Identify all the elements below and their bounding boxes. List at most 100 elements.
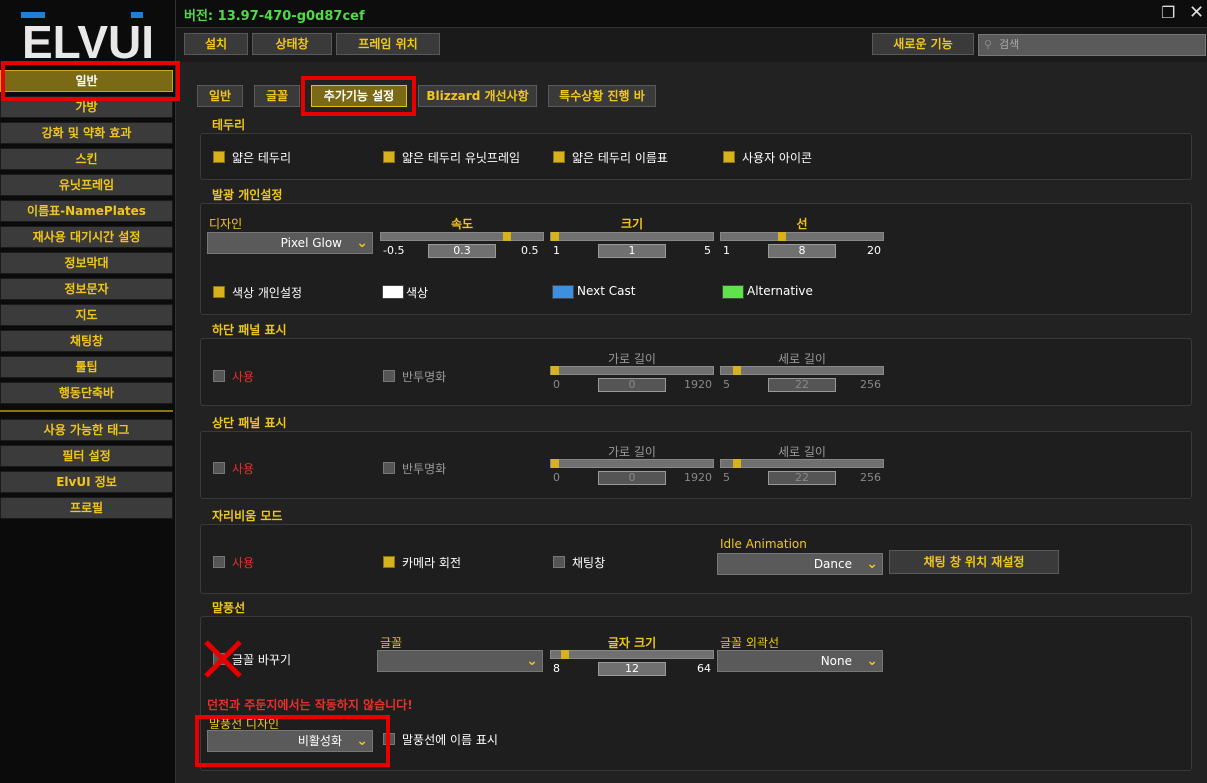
top-width-value[interactable]: 0 <box>598 471 666 485</box>
thin-border-nameplate-checkbox[interactable] <box>553 151 565 163</box>
custom-icon-checkbox[interactable] <box>723 151 735 163</box>
bottom-height-max: 256 <box>860 378 881 391</box>
font-size-value[interactable]: 12 <box>598 662 666 676</box>
slider-thumb[interactable] <box>733 366 741 375</box>
alternative-swatch[interactable] <box>722 285 744 299</box>
camera-spin-checkbox[interactable] <box>383 556 395 568</box>
speed-min: -0.5 <box>383 244 405 257</box>
sidebar-item-3[interactable]: 스킨 <box>0 148 173 170</box>
sidebar-separator <box>0 410 173 412</box>
install-button[interactable]: 설치 <box>184 33 248 55</box>
bottom-panel-transparent-checkbox[interactable] <box>383 370 395 382</box>
custom-icon-label: 사용자 아이콘 <box>742 151 813 165</box>
sidebar-lower-item-3[interactable]: 프로필 <box>0 497 173 519</box>
top-panel-enable-checkbox[interactable] <box>213 462 225 474</box>
sidebar-lower-item-1[interactable]: 필터 설정 <box>0 445 173 467</box>
sidebar-item-7[interactable]: 정보막대 <box>0 252 173 274</box>
bottom-height-title: 세로 길이 <box>778 352 826 366</box>
top-width-slider[interactable] <box>550 459 714 468</box>
thin-border-unitframe-checkbox[interactable] <box>383 151 395 163</box>
slider-thumb[interactable] <box>733 459 741 468</box>
slider-thumb[interactable] <box>551 459 559 468</box>
sidebar-item-11[interactable]: 툴팁 <box>0 356 173 378</box>
version-label: 버전: 13.97-470-g0d87cef <box>184 9 365 24</box>
tab-blizzard-improvements[interactable]: Blizzard 개선사항 <box>418 85 537 107</box>
frame-position-button[interactable]: 프레임 위치 <box>336 33 440 55</box>
afk-title: 자리비움 모드 <box>212 509 283 523</box>
sidebar-item-10[interactable]: 채팅창 <box>0 330 173 352</box>
sidebar-item-12[interactable]: 행동단축바 <box>0 382 173 404</box>
bottom-width-min: 0 <box>553 378 560 391</box>
glow-design-dropdown[interactable]: Pixel Glow ⌄ <box>207 232 373 254</box>
tab-special-progress-bar[interactable]: 특수상황 진행 바 <box>548 85 656 107</box>
sidebar-item-8[interactable]: 정보문자 <box>0 278 173 300</box>
search-input[interactable]: ⚲ 검색 <box>978 34 1206 56</box>
font-size-slider[interactable] <box>550 650 714 659</box>
reset-chat-position-button[interactable]: 채팅 창 위치 재설정 <box>889 550 1059 574</box>
next-cast-label: Next Cast <box>577 284 636 298</box>
sidebar-lower-item-2[interactable]: ElvUI 정보 <box>0 471 173 493</box>
speed-value[interactable]: 0.3 <box>428 244 496 258</box>
top-panel-transparent-checkbox[interactable] <box>383 462 395 474</box>
slider-thumb[interactable] <box>503 232 511 241</box>
top-panel-title: 상단 패널 표시 <box>212 416 287 430</box>
sidebar-item-4[interactable]: 유닛프레임 <box>0 174 173 196</box>
unitframe-status-button[interactable]: 상태창 <box>252 33 332 55</box>
line-value[interactable]: 8 <box>768 244 836 258</box>
chevron-down-icon: ⌄ <box>356 235 368 251</box>
thin-border-checkbox[interactable] <box>213 151 225 163</box>
afk-chat-label: 채팅창 <box>572 556 606 570</box>
dungeon-warning: 던전과 주둔지에서는 작동하지 않습니다! <box>207 698 413 712</box>
new-features-button[interactable]: 새로운 기능 <box>872 33 974 55</box>
idle-animation-dropdown[interactable]: Dance ⌄ <box>717 553 883 575</box>
tab-fonts[interactable]: 글꼴 <box>254 85 300 107</box>
chevron-down-icon: ⌄ <box>866 653 878 669</box>
top-height-slider[interactable] <box>720 459 884 468</box>
bottom-panel-enable-checkbox[interactable] <box>213 370 225 382</box>
logo-text: ELVUI <box>22 16 154 64</box>
sidebar-item-0[interactable]: 일반 <box>0 70 173 92</box>
size-slider[interactable] <box>550 232 714 241</box>
custom-color-label: 색상 개인설정 <box>232 286 303 300</box>
bottom-height-value[interactable]: 22 <box>768 378 836 392</box>
close-icon[interactable]: ✕ <box>1189 2 1204 23</box>
line-title: 선 <box>796 217 808 231</box>
thin-border-unitframe-label: 얇은 테두리 유닛프레임 <box>402 151 521 165</box>
slider-thumb[interactable] <box>551 232 559 241</box>
tab-addons-settings[interactable]: 추가기능 설정 <box>311 85 407 107</box>
custom-color-checkbox[interactable] <box>213 286 225 298</box>
bubble-design-dropdown[interactable]: 비활성화 ⌄ <box>207 730 373 752</box>
bottom-width-max: 1920 <box>684 378 712 391</box>
bubble-font-dropdown[interactable]: ⌄ <box>377 650 543 672</box>
color-swatch[interactable] <box>382 285 404 299</box>
sidebar-item-1[interactable]: 가방 <box>0 96 173 118</box>
line-min: 1 <box>723 244 730 257</box>
sidebar-lower-item-0[interactable]: 사용 가능한 태그 <box>0 419 173 441</box>
sidebar-item-2[interactable]: 강화 및 약화 효과 <box>0 122 173 144</box>
line-slider[interactable] <box>720 232 884 241</box>
color-label: 색상 <box>406 286 429 300</box>
top-height-value[interactable]: 22 <box>768 471 836 485</box>
font-outline-dropdown[interactable]: None ⌄ <box>717 650 883 672</box>
afk-chat-checkbox[interactable] <box>553 556 565 568</box>
sidebar-item-6[interactable]: 재사용 대기시간 설정 <box>0 226 173 248</box>
bottom-width-title: 가로 길이 <box>608 352 656 366</box>
slider-thumb[interactable] <box>778 232 786 241</box>
slider-thumb[interactable] <box>561 650 569 659</box>
speed-slider[interactable] <box>380 232 544 241</box>
size-value[interactable]: 1 <box>598 244 666 258</box>
afk-enable-checkbox[interactable] <box>213 556 225 568</box>
borders-panel <box>200 133 1192 180</box>
bottom-width-value[interactable]: 0 <box>598 378 666 392</box>
show-name-checkbox[interactable] <box>383 733 395 745</box>
slider-thumb[interactable] <box>551 366 559 375</box>
replace-font-label: 글꼴 바꾸기 <box>232 653 292 667</box>
bottom-height-slider[interactable] <box>720 366 884 375</box>
sidebar-item-5[interactable]: 이름표-NamePlates <box>0 200 173 222</box>
next-cast-swatch[interactable] <box>552 285 574 299</box>
sidebar-item-9[interactable]: 지도 <box>0 304 173 326</box>
speed-max: 0.5 <box>521 244 539 257</box>
restore-window-icon[interactable]: ❐ <box>1161 3 1175 22</box>
tab-general[interactable]: 일반 <box>197 85 243 107</box>
bottom-width-slider[interactable] <box>550 366 714 375</box>
